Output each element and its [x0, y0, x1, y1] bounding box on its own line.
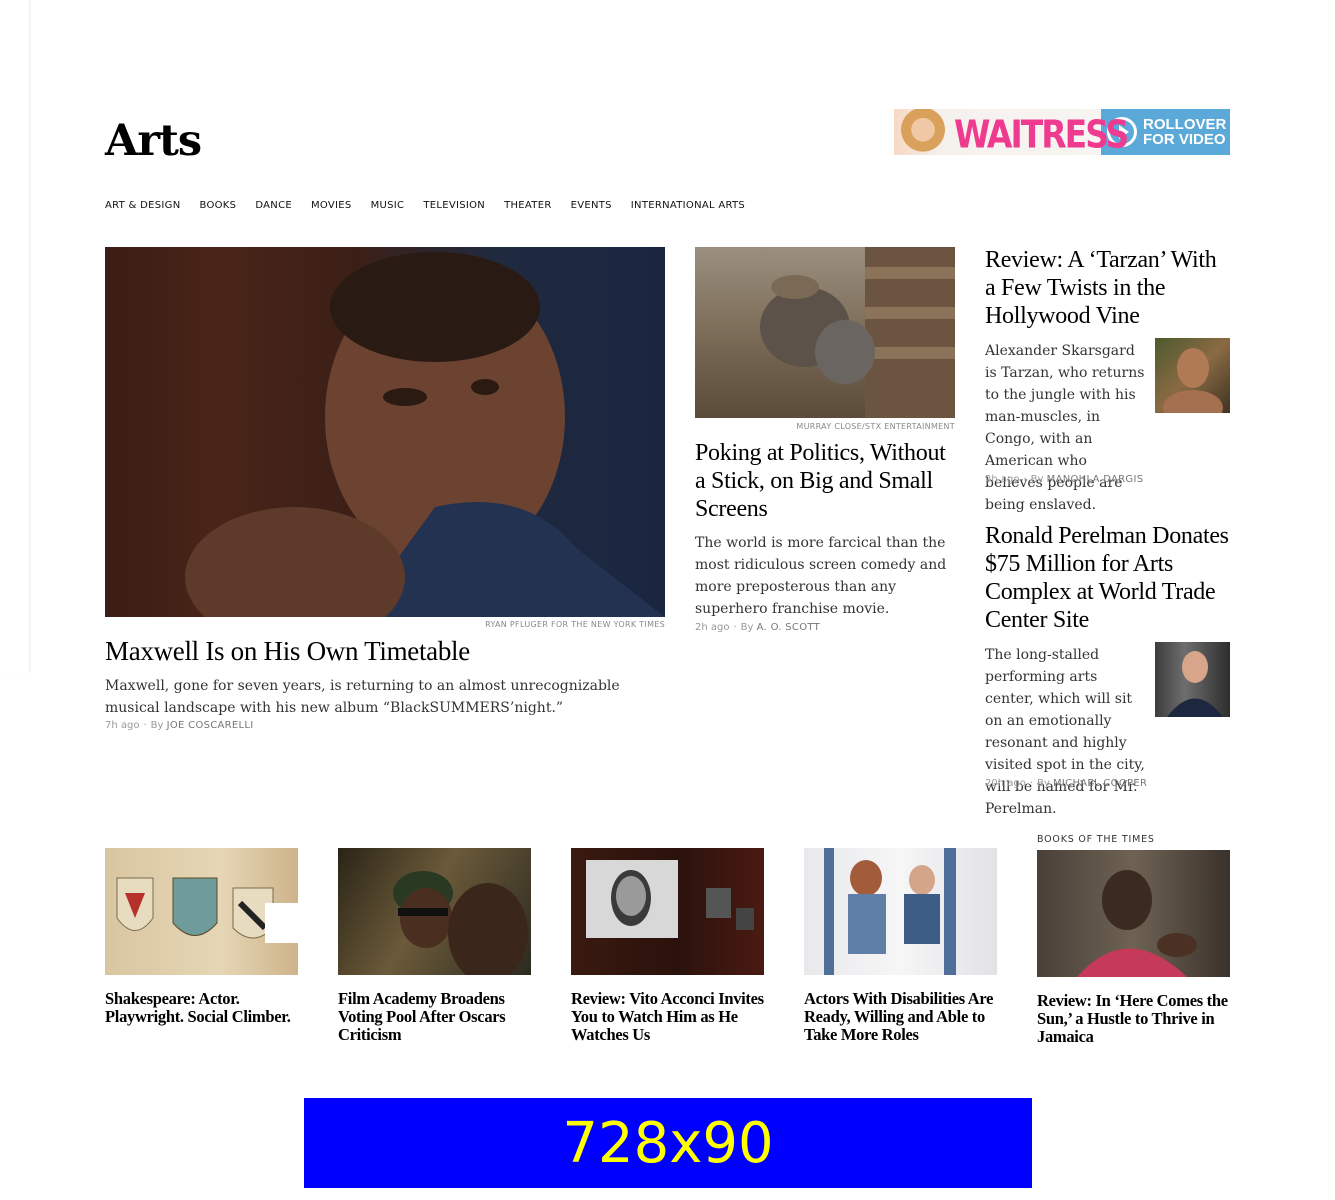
ad-cta-line1: ROLLOVER — [1143, 116, 1227, 133]
right1-headline[interactable]: Review: A ‘Tarzan’ With a Few Twists in … — [985, 246, 1225, 330]
nav-item-theater[interactable]: Theater — [504, 200, 552, 211]
lead-headline[interactable]: Maxwell Is on His Own Timetable — [105, 635, 665, 667]
ad-cta-line2: FOR VIDEO — [1143, 131, 1226, 148]
nav-item-dance[interactable]: Dance — [255, 200, 292, 211]
nav-item-events[interactable]: Events — [571, 200, 612, 211]
second-author[interactable]: A. O. SCOTT — [757, 622, 820, 633]
right1-summary-text: Alexander Skarsgard is Tarzan, who retur… — [985, 343, 1145, 513]
strip-photo-4[interactable] — [804, 848, 997, 975]
ad-cta: ROLLOVER FOR VIDEO — [1143, 117, 1226, 147]
second-by: By — [740, 622, 754, 633]
strip-headline-4[interactable]: Actors With Disabilities Are Ready, Will… — [804, 990, 997, 1044]
right2-headline[interactable]: Ronald Perelman Donates $75 Million for … — [985, 522, 1230, 634]
strip-photo-3[interactable] — [571, 848, 764, 975]
strip-photo-4-figures — [824, 848, 956, 975]
right1-timestamp: 2h ago — [985, 474, 1020, 485]
nav-item-books[interactable]: Books — [199, 200, 236, 211]
second-photo[interactable] — [695, 247, 955, 418]
lead-photo-credit: RYAN PFLUGER FOR THE NEW YORK TIMES — [485, 620, 665, 629]
strip-photo-5[interactable] — [1037, 850, 1230, 977]
strip-headline-5[interactable]: Review: In ‘Here Comes the Sun,’ a Hustl… — [1037, 992, 1230, 1046]
second-photo-scene — [760, 247, 955, 418]
strip-photo-1-crests — [116, 877, 298, 943]
second-timestamp: 2h ago — [695, 622, 730, 633]
second-headline[interactable]: Poking at Politics, Without a Stick, on … — [695, 439, 955, 523]
right1-author[interactable]: MANOHLA DARGIS — [1047, 474, 1144, 485]
strip-photo-1[interactable] — [105, 848, 298, 975]
ad-artwork[interactable]: WAITRESS — [894, 109, 1129, 155]
right1-summary: Alexander Skarsgard is Tarzan, who retur… — [985, 340, 1230, 516]
ad-title: WAITRESS — [954, 112, 1129, 155]
lead-by: By — [150, 720, 164, 731]
nav-item-international-arts[interactable]: International Arts — [631, 200, 745, 211]
right2-author[interactable]: MICHAEL COOPER — [1053, 778, 1147, 789]
strip-headline-3[interactable]: Review: Vito Acconci Invites You to Watc… — [571, 990, 764, 1044]
top-banner-ad[interactable]: WAITRESS ROLLOVER FOR VIDEO — [894, 109, 1230, 155]
right1-by: By — [1030, 474, 1044, 485]
ad-portrait-image — [897, 109, 949, 155]
nav-item-television[interactable]: Television — [423, 200, 485, 211]
strip-photo-2-figure — [393, 871, 528, 975]
lead-timestamp: 7h ago — [105, 720, 140, 731]
lead-byline: 7h ago · By JOE COSCARELLI — [105, 720, 254, 731]
section-title[interactable]: Arts — [105, 116, 202, 166]
section-subnav: Art & Design Books Dance Movies Music Te… — [105, 200, 764, 211]
lead-photo[interactable] — [105, 247, 665, 617]
strip-headline-2[interactable]: Film Academy Broadens Voting Pool After … — [338, 990, 531, 1044]
right2-summary: The long-stalled performing arts center,… — [985, 644, 1230, 820]
nav-item-art-design[interactable]: Art & Design — [105, 200, 180, 211]
strip-photo-5-portrait — [1077, 870, 1197, 977]
nav-item-music[interactable]: Music — [371, 200, 405, 211]
strip-photo-3-screens — [586, 860, 754, 938]
bottom-banner-ad[interactable]: 728x90 — [304, 1098, 1032, 1188]
right2-timestamp: 20h ago — [985, 778, 1026, 789]
right2-by: By — [1037, 778, 1050, 789]
lead-summary: Maxwell, gone for seven years, is return… — [105, 678, 620, 716]
strip-kicker-5[interactable]: BOOKS OF THE TIMES — [1037, 834, 1155, 845]
side-panel-edge — [0, 0, 30, 672]
right1-byline: 2h ago · By MANOHLA DARGIS — [985, 474, 1144, 485]
strip-headline-1[interactable]: Shakespeare: Actor. Playwright. Social C… — [105, 990, 298, 1026]
lead-photo-portrait — [185, 252, 665, 617]
strip-photo-2[interactable] — [338, 848, 531, 975]
lead-author[interactable]: JOE COSCARELLI — [167, 720, 254, 731]
nav-item-movies[interactable]: Movies — [311, 200, 352, 211]
right2-byline: 20h ago · By MICHAEL COOPER — [985, 778, 1148, 789]
bottom-ad-label: 728x90 — [562, 1110, 774, 1176]
second-summary: The world is more farcical than the most… — [695, 535, 947, 617]
second-photo-credit: MURRAY CLOSE/STX ENTERTAINMENT — [796, 422, 955, 431]
right2-summary-text: The long-stalled performing arts center,… — [985, 647, 1145, 817]
second-byline: 2h ago · By A. O. SCOTT — [695, 622, 821, 633]
